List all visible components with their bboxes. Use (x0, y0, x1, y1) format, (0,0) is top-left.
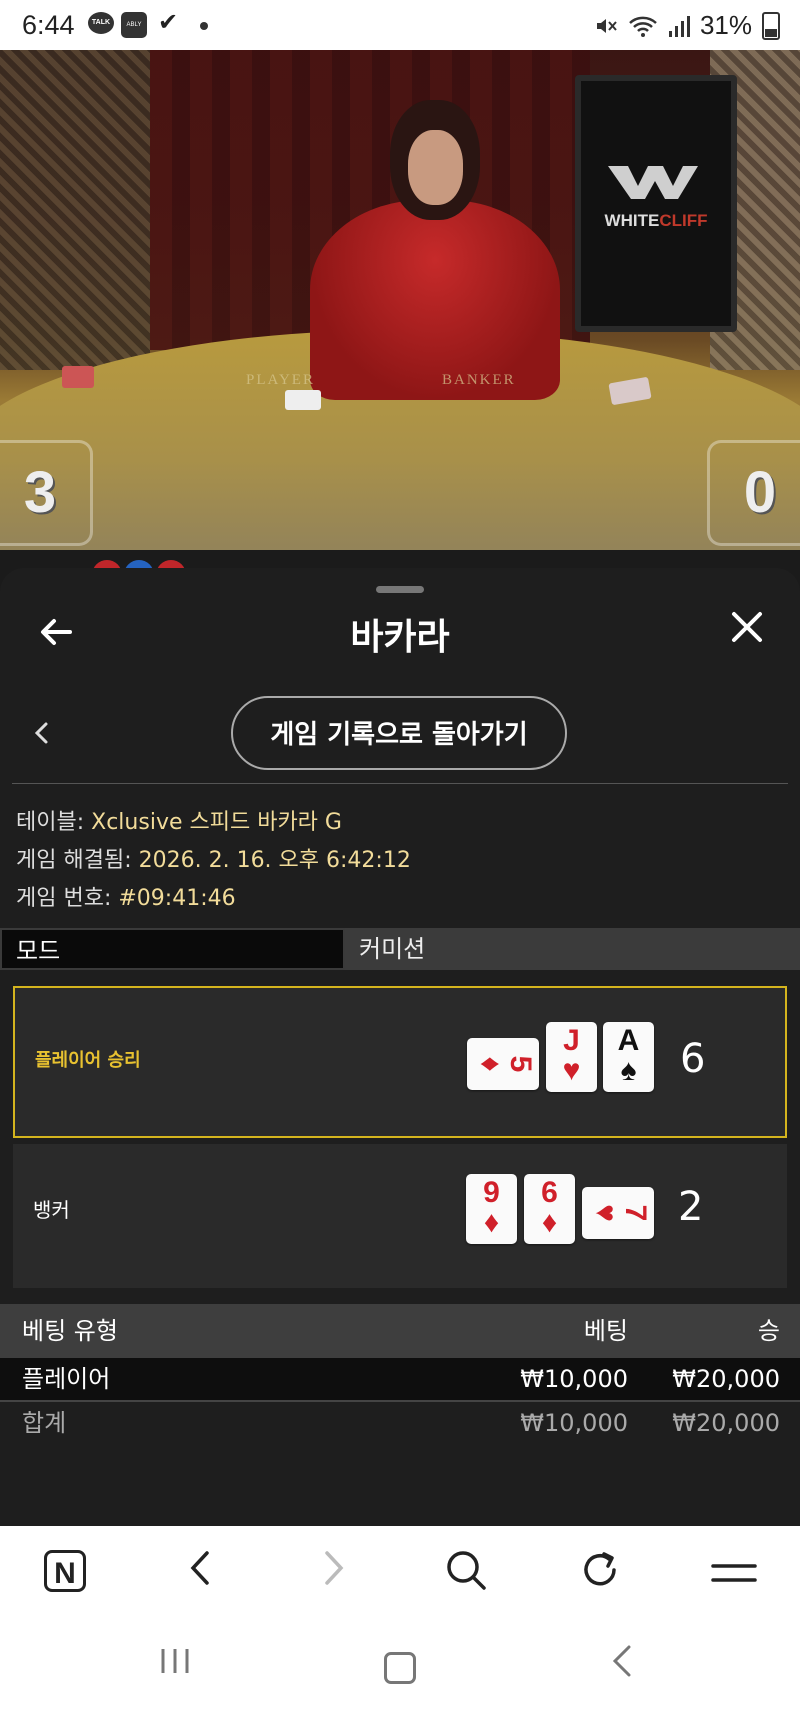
search-icon[interactable] (436, 1548, 496, 1600)
total-bet: ₩10,000 (520, 1409, 628, 1437)
table-label-player: PLAYER (246, 372, 315, 388)
signal-icon (668, 15, 690, 37)
sheet-title: 바카라 (350, 617, 450, 658)
chevron-left-icon[interactable] (32, 718, 52, 756)
playing-card: 7 ♥ (582, 1187, 654, 1239)
info-round-value: #09:41:46 (118, 886, 236, 911)
status-right: 31% (594, 10, 780, 41)
whitecliff-logo-icon (608, 166, 698, 199)
playing-card: 5 ♦ (467, 1038, 539, 1090)
banker-hand-row: 뱅커 9 ♦ 6 ♦ 7 ♥ 2 (13, 1144, 787, 1288)
mute-icon (596, 18, 617, 33)
forward-icon[interactable] (304, 1548, 364, 1600)
win-amount-cell: ₩20,000 (672, 1365, 780, 1393)
playing-card: J ♥ (546, 1022, 597, 1092)
back-icon[interactable] (170, 1548, 230, 1600)
total-row: 합계 ₩10,000 ₩20,000 (0, 1402, 800, 1444)
info-resolved-value: 2026. 2. 16. 오후 6:42:12 (138, 848, 411, 873)
game-history-sheet: 바카라 게임 기록으로 돌아가기 테이블: Xclusive 스피드 바카라 G… (0, 568, 800, 1526)
divider (12, 783, 788, 784)
refresh-icon[interactable] (570, 1548, 630, 1600)
ably-icon: ABLY (121, 12, 147, 38)
tab-mode[interactable]: 모드 (0, 928, 345, 970)
battery-icon (762, 11, 780, 40)
bets-table-header: 베팅 유형 베팅 승 (0, 1304, 800, 1358)
battery-percent: 31% (699, 10, 752, 40)
total-win: ₩20,000 (672, 1409, 780, 1437)
table-card (285, 390, 321, 410)
info-table-label: 테이블: (16, 810, 92, 835)
kakaotalk-icon: TALK (88, 12, 114, 34)
info-table-value: Xclusive 스피드 바카라 G (91, 810, 342, 835)
header-win: 승 (757, 1317, 780, 1345)
player-score: 3 (0, 440, 93, 546)
info-resolved-label: 게임 해결됨: (16, 848, 139, 873)
player-hand-row: 플레이어 승리 5 ♦ J ♥ A ♠ 6 (13, 986, 787, 1138)
table-label-banker: BANKER (442, 372, 516, 388)
system-back-icon[interactable] (610, 1644, 634, 1687)
status-bar: 6:44 TALK ABLY ✔ 31% (0, 0, 800, 50)
player-total: 6 (680, 1036, 706, 1082)
info-resolved: 게임 해결됨: 2026. 2. 16. 오후 6:42:12 (16, 842, 411, 874)
player-result-label: 플레이어 승리 (35, 1050, 141, 1071)
banker-total: 2 (678, 1184, 704, 1230)
check-icon: ✔ (158, 9, 179, 36)
info-table: 테이블: Xclusive 스피드 바카라 G (16, 804, 342, 836)
banker-score: 0 (707, 440, 800, 546)
discard-card (62, 366, 94, 388)
table-row: 플레이어 ₩10,000 ₩20,000 (0, 1358, 800, 1402)
bet-amount-cell: ₩10,000 (520, 1365, 628, 1393)
banker-label: 뱅커 (33, 1198, 70, 1222)
playing-card: 6 ♦ (524, 1174, 575, 1244)
live-video-feed[interactable]: WHITECLIFF PLAYER BANKER 3 0 (0, 50, 800, 550)
menu-icon[interactable] (704, 1548, 764, 1600)
browser-toolbar: N (0, 1526, 800, 1622)
notification-dot-icon (200, 22, 208, 30)
total-label: 합계 (22, 1409, 67, 1437)
playing-card: A ♠ (603, 1022, 654, 1092)
close-icon[interactable] (730, 608, 764, 654)
system-navigation-bar (0, 1622, 800, 1716)
playing-card: 9 ♦ (466, 1174, 517, 1244)
status-time: 6:44 (22, 10, 75, 40)
decor-screen-left (0, 50, 150, 370)
bet-type-cell: 플레이어 (22, 1365, 111, 1393)
info-round-label: 게임 번호: (16, 886, 119, 911)
sheet-grabber[interactable] (376, 586, 424, 593)
home-icon[interactable] (384, 1652, 416, 1684)
tab-commission[interactable]: 커미션 (345, 928, 800, 970)
header-bet-type: 베팅 유형 (22, 1317, 118, 1345)
info-round: 게임 번호: #09:41:46 (16, 880, 236, 912)
dealer-body (310, 200, 560, 400)
return-to-history-button[interactable]: 게임 기록으로 돌아가기 (231, 696, 567, 770)
dealer-face (408, 130, 463, 205)
wifi-icon (629, 16, 657, 37)
brand-monitor: WHITECLIFF (575, 75, 737, 332)
mode-tabs: 모드 커미션 (0, 928, 800, 970)
recent-apps-icon[interactable] (158, 1644, 192, 1685)
n-home-icon[interactable]: N (44, 1550, 86, 1592)
monitor-brand-text: WHITECLIFF (604, 211, 708, 230)
header-bet: 베팅 (583, 1317, 628, 1345)
